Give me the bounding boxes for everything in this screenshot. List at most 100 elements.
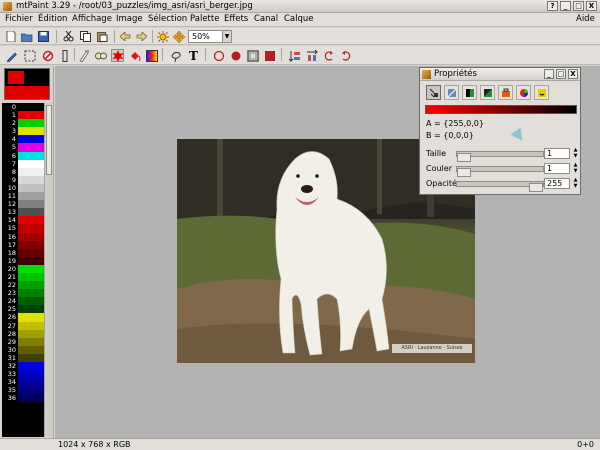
menu-edition[interactable]: Édition: [38, 14, 67, 24]
flow-slider-thumb[interactable]: [457, 168, 471, 177]
palette-row[interactable]: 36: [2, 394, 44, 403]
palette-swatch[interactable]: [18, 321, 44, 330]
brightness-icon[interactable]: [156, 30, 169, 43]
menu-canal[interactable]: Canal: [254, 14, 278, 24]
palette-row[interactable]: 24: [2, 297, 44, 306]
opacity-slider-thumb[interactable]: [529, 183, 543, 192]
properties-close-button[interactable]: X: [568, 69, 578, 79]
palette-swatch[interactable]: [18, 208, 44, 217]
zoom-select[interactable]: 50% ▼: [188, 30, 232, 43]
palette-swatch[interactable]: [18, 135, 44, 144]
palette-swatch[interactable]: [18, 240, 44, 249]
properties-maximize-button[interactable]: □: [556, 69, 566, 79]
tab-color-wheel-icon[interactable]: [516, 85, 531, 100]
menu-affichage[interactable]: Affichage: [72, 14, 112, 24]
palette-row[interactable]: 33: [2, 370, 44, 379]
palette-swatch[interactable]: [18, 378, 44, 387]
paint-brush-icon[interactable]: [111, 49, 124, 62]
rotate-left-icon[interactable]: [322, 49, 335, 62]
palette-row[interactable]: 27: [2, 321, 44, 330]
palette-row[interactable]: 31: [2, 353, 44, 362]
minimize-button[interactable]: _: [560, 1, 571, 11]
palette-swatch[interactable]: [18, 175, 44, 184]
palette-row[interactable]: 4: [2, 135, 44, 144]
opacity-spinner[interactable]: 255: [544, 178, 570, 189]
color-b-swatch[interactable]: [5, 86, 49, 99]
tab-smiley-icon[interactable]: [534, 85, 549, 100]
smudge-icon[interactable]: [77, 49, 90, 62]
palette-swatch[interactable]: [18, 272, 44, 282]
palette-swatch[interactable]: [18, 305, 44, 314]
palette-row[interactable]: 20: [2, 264, 44, 273]
select-rectangle-icon[interactable]: [23, 49, 36, 62]
palette-swatch[interactable]: [18, 216, 44, 225]
gradient-icon[interactable]: [145, 49, 158, 62]
palette-row[interactable]: 14: [2, 216, 44, 225]
tab-toolbox-icon[interactable]: [498, 85, 513, 100]
palette-row[interactable]: 26: [2, 313, 44, 322]
palette-row[interactable]: 0: [2, 103, 44, 112]
palette-row[interactable]: 10: [2, 183, 44, 193]
color-ab-preview[interactable]: [4, 68, 50, 100]
palette-swatch[interactable]: [18, 192, 44, 201]
palette-swatch[interactable]: [18, 159, 44, 168]
palette-swatch[interactable]: [18, 119, 44, 128]
new-file-icon[interactable]: [4, 30, 17, 43]
maximize-button[interactable]: □: [573, 1, 584, 11]
palette-swatch[interactable]: [18, 103, 44, 112]
menu-calque[interactable]: Calque: [284, 14, 314, 24]
palette-swatch[interactable]: [18, 394, 44, 403]
palette-swatch[interactable]: [18, 281, 44, 290]
palette-swatch[interactable]: [18, 386, 44, 395]
properties-minimize-button[interactable]: _: [544, 69, 554, 79]
palette-row[interactable]: 3: [2, 127, 44, 136]
size-slider-thumb[interactable]: [457, 153, 471, 162]
rotate-right-icon[interactable]: [339, 49, 352, 62]
help-button[interactable]: ?: [547, 1, 558, 11]
close-button[interactable]: X: [586, 1, 597, 11]
chevron-down-icon[interactable]: ▼: [222, 30, 232, 43]
palette-row[interactable]: 35: [2, 386, 44, 395]
palette-row[interactable]: 15: [2, 224, 44, 233]
clone-icon[interactable]: [94, 49, 107, 62]
palette-row[interactable]: 11: [2, 192, 44, 201]
palette-row[interactable]: 13: [2, 208, 44, 217]
palette-row[interactable]: 17: [2, 240, 44, 249]
palette-swatch[interactable]: [18, 248, 44, 257]
palette-swatch[interactable]: [18, 143, 44, 152]
tab-gradient2-icon[interactable]: [480, 85, 495, 100]
flip-horizontal-icon[interactable]: [305, 49, 318, 62]
palette-swatch[interactable]: [18, 329, 44, 338]
menu-selection[interactable]: Sélection: [148, 14, 187, 24]
menu-aide[interactable]: Aide: [576, 14, 595, 24]
flow-slider[interactable]: [456, 166, 544, 177]
palette-row[interactable]: 25: [2, 305, 44, 314]
palette-row[interactable]: 7: [2, 159, 44, 168]
palette-row[interactable]: 28: [2, 329, 44, 338]
tab-pattern-icon[interactable]: [444, 85, 459, 100]
palette-swatch[interactable]: [18, 224, 44, 233]
pan-icon[interactable]: [172, 30, 185, 43]
palette-row[interactable]: 18: [2, 248, 44, 257]
undo-icon[interactable]: [119, 30, 132, 43]
palette-swatch[interactable]: [18, 127, 44, 136]
redo-icon[interactable]: [135, 30, 148, 43]
cut-icon[interactable]: [62, 30, 75, 43]
menu-fichier[interactable]: Fichier: [5, 14, 33, 24]
palette-row[interactable]: 1: [2, 111, 44, 120]
palette-row[interactable]: 22: [2, 281, 44, 290]
palette-swatch[interactable]: [18, 353, 44, 362]
lasso-icon[interactable]: [169, 49, 182, 62]
rectangle-outline-icon[interactable]: [246, 49, 259, 62]
palette-swatch[interactable]: [18, 264, 44, 273]
open-file-icon[interactable]: [20, 30, 33, 43]
palette-swatch[interactable]: [18, 232, 44, 241]
palette-row[interactable]: 32: [2, 362, 44, 371]
pencil-icon[interactable]: [5, 49, 18, 62]
palette-row[interactable]: 23: [2, 289, 44, 298]
palette-swatch[interactable]: [18, 337, 44, 346]
line-tool-icon[interactable]: [58, 49, 71, 62]
palette-swatch[interactable]: [18, 362, 44, 371]
palette-row[interactable]: 6: [2, 151, 44, 160]
palette-row[interactable]: 30: [2, 345, 44, 354]
